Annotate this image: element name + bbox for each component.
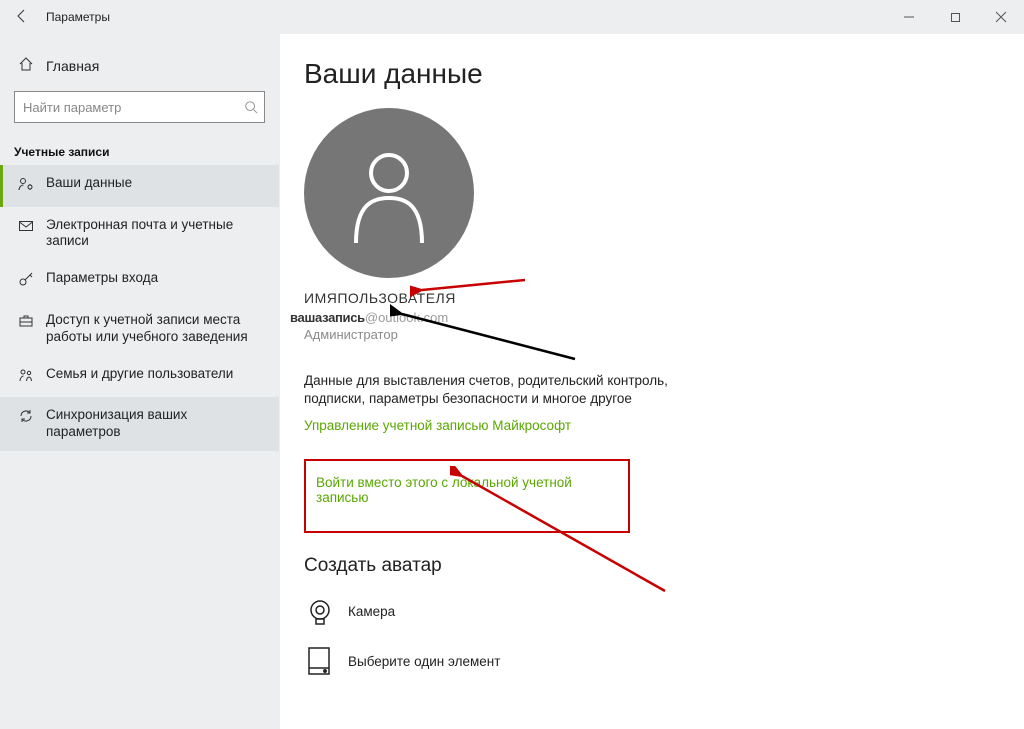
mail-icon	[14, 217, 38, 239]
sidebar: Главная Найти параметр Учетные записи Ва…	[0, 34, 280, 729]
avatar-placeholder	[304, 108, 474, 278]
avatar-option-label: Выберите один элемент	[348, 654, 500, 669]
manage-account-link[interactable]: Управление учетной записью Майкрософт	[304, 418, 571, 433]
sidebar-item-your-info[interactable]: Ваши данные	[0, 165, 279, 207]
settings-window: Параметры Главная	[0, 0, 1024, 729]
home-icon	[14, 56, 38, 75]
sidebar-item-label: Электронная почта и учетные записи	[46, 217, 265, 251]
avatar-option-label: Камера	[348, 604, 395, 619]
sidebar-item-label: Семья и другие пользователи	[46, 366, 265, 383]
titlebar: Параметры	[0, 0, 1024, 34]
sidebar-item-signin-options[interactable]: Параметры входа	[0, 260, 279, 302]
sidebar-item-label: Ваши данные	[46, 175, 265, 192]
sidebar-item-label: Параметры входа	[46, 270, 265, 287]
search-placeholder: Найти параметр	[23, 100, 244, 115]
person-gear-icon	[14, 175, 38, 197]
sync-icon	[14, 407, 38, 429]
main-content: Ваши данные ИМЯПОЛЬЗОВАТЕЛЯ вашазапись@o…	[280, 34, 1024, 729]
sidebar-item-work-school[interactable]: Доступ к учетной записи места работы или…	[0, 302, 279, 356]
email-local: вашазапись	[290, 310, 365, 325]
sidebar-section-title: Учетные записи	[0, 123, 279, 165]
sidebar-item-email-accounts[interactable]: Электронная почта и учетные записи	[0, 207, 279, 261]
sidebar-item-family-users[interactable]: Семья и другие пользователи	[0, 356, 279, 398]
camera-icon	[304, 595, 336, 627]
account-email: вашазапись@outlook.com	[280, 310, 1024, 325]
avatar-option-browse[interactable]: Выберите один элемент	[304, 645, 1024, 677]
family-icon	[14, 366, 38, 388]
account-blurb: Данные для выставления счетов, родительс…	[304, 372, 684, 408]
local-account-link[interactable]: Войти вместо этого с локальной учетной з…	[316, 475, 616, 505]
sidebar-item-label: Синхронизация ваших параметров	[46, 407, 265, 441]
home-button[interactable]: Главная	[0, 52, 279, 91]
minimize-button[interactable]	[886, 0, 932, 34]
key-icon	[14, 270, 38, 292]
close-button[interactable]	[978, 0, 1024, 34]
maximize-button[interactable]	[932, 0, 978, 34]
window-title: Параметры	[44, 10, 110, 24]
screen-icon	[304, 645, 336, 677]
local-login-highlight: Войти вместо этого с локальной учетной з…	[304, 459, 630, 533]
email-domain: @outlook.com	[365, 310, 448, 325]
create-avatar-heading: Создать аватар	[304, 555, 1024, 577]
briefcase-icon	[14, 312, 38, 334]
back-button[interactable]	[0, 8, 44, 27]
window-controls	[886, 0, 1024, 34]
account-role: Администратор	[304, 327, 1024, 342]
search-input[interactable]: Найти параметр	[14, 91, 265, 123]
home-label: Главная	[46, 58, 99, 74]
username-label: ИМЯПОЛЬЗОВАТЕЛЯ	[280, 290, 1024, 306]
page-heading: Ваши данные	[304, 58, 1024, 90]
sidebar-item-sync-settings[interactable]: Синхронизация ваших параметров	[0, 397, 279, 451]
sidebar-item-label: Доступ к учетной записи места работы или…	[46, 312, 265, 346]
avatar-option-camera[interactable]: Камера	[304, 595, 1024, 627]
